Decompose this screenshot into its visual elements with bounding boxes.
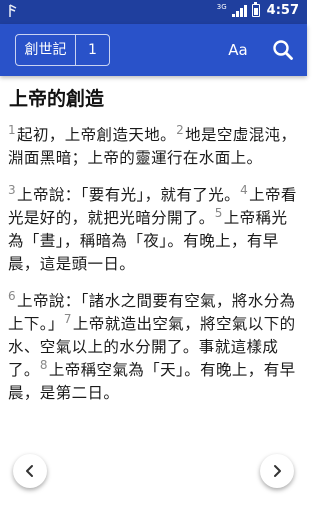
chapter-content[interactable]: 上帝的創造 1起初，上帝創造天地。2地是空虛混沌，淵面黑暗；上帝的靈運行在水面上… bbox=[0, 76, 307, 512]
paragraph: 6上帝說：「諸水之間要有空氣，將水分為上下。」7上帝就造出空氣，將空氣以下的水、… bbox=[8, 290, 299, 405]
clock: 4:57 bbox=[266, 3, 299, 18]
app-bar: 創世記 1 Aa bbox=[0, 24, 307, 76]
status-icons: 3G 4:57 bbox=[216, 2, 299, 18]
section-heading: 上帝的創造 bbox=[9, 88, 105, 110]
chevron-right-icon bbox=[274, 465, 281, 477]
paragraph: 3上帝說：「要有光」，就有了光。4上帝看光是好的，就把光暗分開了。5上帝稱光為「… bbox=[8, 184, 299, 276]
chevron-left-icon bbox=[26, 465, 33, 477]
verse-text[interactable]: 上帝說：「要有光」，就有了光。 bbox=[17, 186, 240, 204]
reference-selector[interactable]: 創世記 1 bbox=[15, 34, 110, 66]
verse-number: 3 bbox=[8, 182, 17, 197]
network-type-label: 3G bbox=[216, 2, 227, 11]
verse-number: 5 bbox=[214, 205, 223, 220]
verse-number: 8 bbox=[39, 357, 48, 372]
font-size-button[interactable]: Aa bbox=[223, 38, 253, 62]
book-selector[interactable]: 創世記 bbox=[16, 35, 76, 65]
status-bar: 3G 4:57 bbox=[0, 0, 307, 24]
verse-number: 6 bbox=[8, 288, 17, 303]
next-chapter-button[interactable] bbox=[260, 454, 294, 488]
signal-icon bbox=[231, 4, 247, 17]
search-button[interactable] bbox=[270, 37, 296, 63]
verse-number: 4 bbox=[240, 182, 249, 197]
battery-icon bbox=[251, 2, 260, 17]
verse-text[interactable]: 上帝稱空氣為「天」。有晚上，有早晨，是第二日。 bbox=[8, 361, 296, 402]
notification-icon bbox=[8, 4, 18, 21]
chapter-selector[interactable]: 1 bbox=[76, 35, 109, 65]
search-icon bbox=[273, 40, 293, 60]
verse-number: 7 bbox=[63, 311, 72, 326]
verse-text[interactable]: 起初，上帝創造天地。 bbox=[17, 126, 176, 144]
previous-chapter-button[interactable] bbox=[13, 454, 47, 488]
verse-number: 2 bbox=[176, 122, 185, 137]
paragraph: 1起初，上帝創造天地。2地是空虛混沌，淵面黑暗；上帝的靈運行在水面上。 bbox=[8, 124, 299, 170]
verse-number: 1 bbox=[8, 122, 17, 137]
